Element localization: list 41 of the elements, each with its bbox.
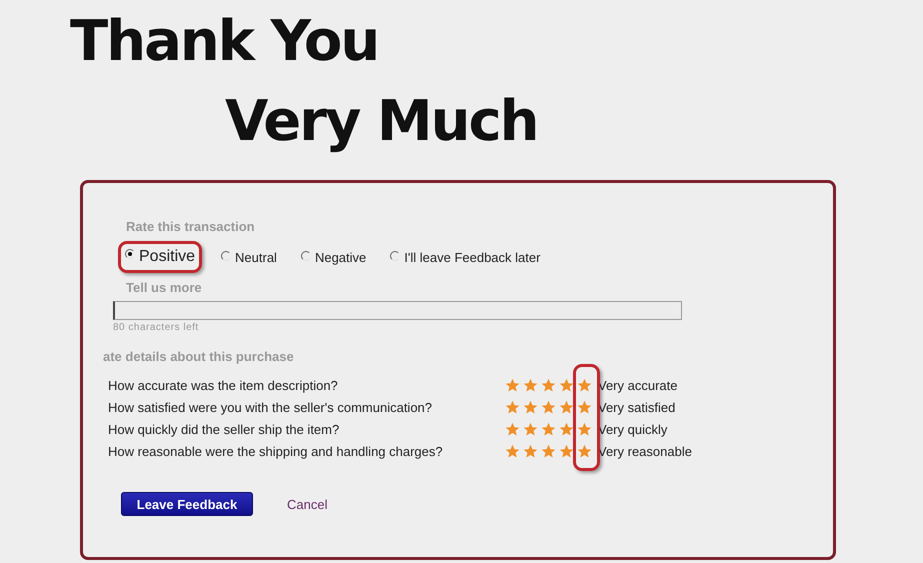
radio-option[interactable]: I'll leave Feedback later — [385, 244, 546, 270]
question-text: How reasonable were the shipping and handling charges? — [108, 444, 444, 458]
radio-icon[interactable] — [300, 250, 311, 260]
section-title: Rate this transaction — [126, 219, 256, 234]
star-icon[interactable] — [523, 378, 538, 392]
heading-text: Thank You — [70, 14, 378, 70]
star-icon[interactable] — [577, 400, 592, 414]
section-title: Tell us more — [126, 280, 203, 295]
comment-field[interactable] — [113, 301, 682, 320]
star-icon[interactable] — [505, 400, 520, 414]
star-icon[interactable] — [523, 400, 538, 414]
cancel-link[interactable]: Cancel — [287, 496, 328, 512]
star-icon[interactable] — [559, 444, 574, 458]
heading-text: Very Much — [225, 94, 538, 150]
question-text: How quickly did the seller ship the item? — [108, 422, 340, 436]
star-icon[interactable] — [523, 444, 538, 458]
radio-icon[interactable] — [390, 250, 400, 260]
star-icon[interactable] — [577, 378, 592, 392]
star-icon[interactable] — [577, 444, 592, 458]
star-icon[interactable] — [505, 444, 520, 458]
star-icon[interactable] — [541, 444, 556, 458]
radio-option[interactable]: Neutral — [216, 244, 282, 270]
radio-icon[interactable] — [125, 249, 135, 259]
radio-option[interactable]: Negative — [296, 244, 372, 270]
star-icon[interactable] — [541, 400, 556, 414]
radio-icon[interactable] — [221, 250, 232, 260]
star-icon[interactable] — [559, 422, 574, 436]
star-icon[interactable] — [541, 378, 556, 392]
star-icon[interactable] — [505, 378, 520, 392]
star-icon[interactable] — [577, 422, 592, 436]
leave-feedback-button[interactable]: Leave Feedback — [121, 492, 253, 516]
character-count: 80 characters left — [113, 322, 200, 333]
section-title: ate details about this purchase — [103, 349, 295, 364]
star-icon[interactable] — [559, 400, 574, 414]
radio-option[interactable]: Positive — [118, 241, 202, 273]
question-text: How accurate was the item description? — [108, 378, 339, 392]
star-icon[interactable] — [559, 378, 574, 392]
star-icon[interactable] — [523, 422, 538, 436]
question-text: How satisfied were you with the seller's communication? — [108, 400, 434, 414]
star-icon[interactable] — [541, 422, 556, 436]
star-icon[interactable] — [505, 422, 520, 436]
